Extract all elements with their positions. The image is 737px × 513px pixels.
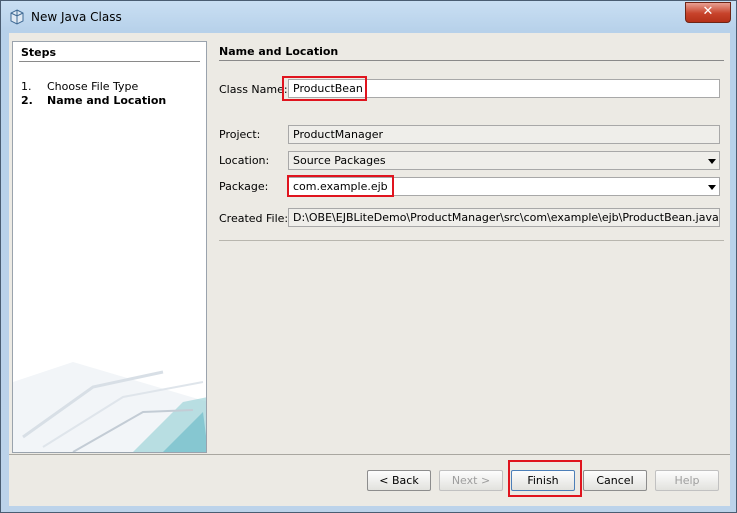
chevron-down-icon <box>708 185 716 190</box>
java-class-icon <box>10 9 24 25</box>
project-value: ProductManager <box>293 128 383 141</box>
button-bar-separator <box>9 454 730 455</box>
step-label: Name and Location <box>47 94 167 107</box>
chevron-down-icon <box>708 159 716 164</box>
cancel-button[interactable]: Cancel <box>583 470 647 491</box>
step-label: Choose File Type <box>47 80 139 93</box>
step-number: 1. <box>21 80 32 93</box>
package-highlight <box>287 175 394 197</box>
panel-divider <box>219 60 724 61</box>
wizard-decoration-image <box>13 362 206 452</box>
panel-header: Name and Location <box>219 45 339 58</box>
next-button[interactable]: Next > <box>439 470 503 491</box>
project-field: ProductManager <box>288 125 720 144</box>
step-name-and-location: 2. Name and Location <box>21 94 166 107</box>
steps-panel: Steps 1. Choose File Type 2. Name and Loca… <box>12 41 207 453</box>
created-file-label: Created File: <box>219 212 289 225</box>
dialog-client-area: Steps 1. Choose File Type 2. Name and Loca… <box>9 33 730 506</box>
location-dropdown[interactable]: Source Packages <box>288 151 720 170</box>
class-name-highlight <box>282 76 367 101</box>
dialog-window: New Java Class ✕ Steps 1. Choose File Typ… <box>0 0 737 513</box>
project-label: Project: <box>219 128 261 141</box>
finish-highlight <box>508 460 582 497</box>
name-location-panel: Name and Location Class Name: ProductBea… <box>213 41 724 453</box>
step-number: 2. <box>21 94 33 107</box>
title-bar[interactable]: New Java Class ✕ <box>1 1 737 33</box>
fields-separator <box>219 240 724 241</box>
help-button[interactable]: Help <box>655 470 719 491</box>
class-name-label: Class Name: <box>219 83 288 96</box>
location-value: Source Packages <box>293 154 386 167</box>
created-file-field: D:\OBE\EJBLiteDemo\ProductManager\src\co… <box>288 208 720 227</box>
step-choose-file-type: 1. Choose File Type <box>21 80 138 93</box>
steps-divider <box>19 61 200 62</box>
steps-header: Steps <box>21 46 57 59</box>
window-title: New Java Class <box>31 10 122 24</box>
package-label: Package: <box>219 180 269 193</box>
close-button[interactable]: ✕ <box>685 2 731 23</box>
close-icon: ✕ <box>702 4 714 19</box>
created-file-value: D:\OBE\EJBLiteDemo\ProductManager\src\co… <box>293 211 719 224</box>
location-label: Location: <box>219 154 270 167</box>
back-button[interactable]: < Back <box>367 470 431 491</box>
